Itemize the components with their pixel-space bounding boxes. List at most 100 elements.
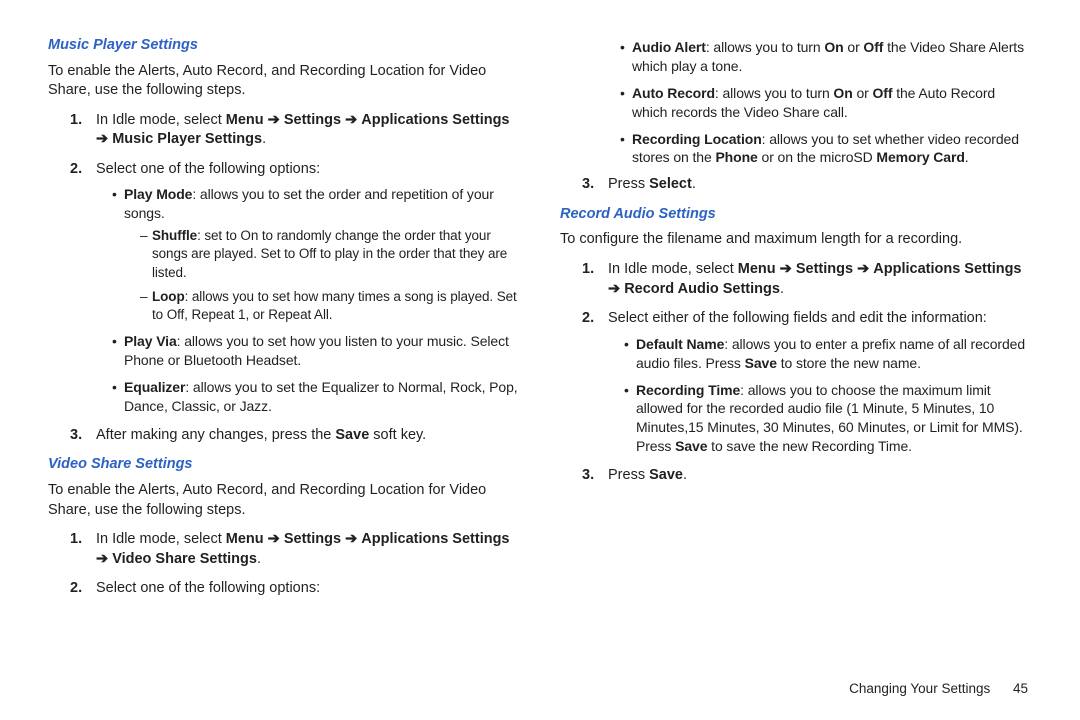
opt-default-name: Default Name: allows you to enter a pref… (624, 335, 1032, 373)
t: : allows you to turn (715, 85, 834, 101)
record-options: Default Name: allows you to enter a pref… (608, 335, 1032, 456)
t: Recording Location (632, 131, 762, 147)
page-number: 45 (994, 681, 1028, 696)
heading-video-share-settings: Video Share Settings (48, 455, 520, 475)
t: Settings (796, 261, 853, 277)
t: soft key. (369, 427, 426, 443)
video-intro: To enable the Alerts, Auto Record, and R… (48, 481, 520, 520)
t: After making any changes, press the (96, 427, 335, 443)
opt-play-via: Play Via: allows you to set how you list… (112, 332, 520, 370)
t: Video Share Settings (112, 551, 257, 567)
page: Music Player Settings To enable the Aler… (0, 0, 1080, 720)
opt-shuffle: Shuffle: set to On to randomly change th… (140, 227, 520, 282)
columns: Music Player Settings To enable the Aler… (48, 32, 1032, 675)
t: In Idle mode, select (96, 112, 226, 128)
t: Press (608, 176, 649, 192)
arrow-icon: ➔ (96, 551, 108, 567)
step-number: 2. (70, 579, 82, 599)
video-step-2: 2. Select one of the following options: (76, 579, 520, 599)
step-number: 1. (70, 530, 82, 550)
t: Save (335, 427, 369, 443)
page-footer: Changing Your Settings 45 (48, 681, 1032, 696)
arrow-icon: ➔ (608, 281, 620, 297)
t: Memory Card (876, 149, 964, 165)
opt-loop: Loop: allows you to set how many times a… (140, 288, 520, 324)
opt-auto-record: Auto Record: allows you to turn On or Of… (620, 84, 1032, 122)
t: or (844, 39, 864, 55)
t: Music Player Settings (112, 131, 262, 147)
t: Select (649, 176, 692, 192)
arrow-icon: ➔ (268, 112, 280, 128)
t: Menu (226, 112, 264, 128)
t: Save (745, 355, 777, 371)
step-text: After making any changes, press the Save… (96, 427, 426, 443)
left-column: Music Player Settings To enable the Aler… (48, 32, 520, 675)
t: Applications Settings (361, 112, 509, 128)
t: Loop (152, 289, 185, 304)
opt-play-mode: Play Mode: allows you to set the order a… (112, 185, 520, 324)
opt-recording-time: Recording Time: allows you to choose the… (624, 381, 1032, 457)
t: Play Via (124, 333, 177, 349)
t: Audio Alert (632, 39, 706, 55)
t: Recording Time (636, 382, 740, 398)
step-number: 2. (70, 160, 82, 180)
play-mode-sub: Shuffle: set to On to randomly change th… (124, 227, 520, 324)
t: Settings (284, 531, 341, 547)
t: : set to On to randomly change the order… (152, 228, 507, 279)
t: Auto Record (632, 85, 715, 101)
t: In Idle mode, select (608, 261, 738, 277)
t: Phone (715, 149, 757, 165)
music-step-3: 3. After making any changes, press the S… (76, 426, 520, 446)
t: Menu (738, 261, 776, 277)
record-step-2: 2. Select either of the following fields… (588, 309, 1032, 456)
t: On (833, 85, 852, 101)
t: or on the microSD (758, 149, 877, 165)
record-intro: To configure the filename and maximum le… (560, 230, 1032, 250)
t: Default Name (636, 336, 724, 352)
arrow-icon: ➔ (268, 531, 280, 547)
arrow-icon: ➔ (780, 261, 792, 277)
t: : allows you to turn (706, 39, 825, 55)
t: . (683, 467, 687, 483)
step-text: Press Save. (608, 467, 687, 483)
arrow-icon: ➔ (345, 112, 357, 128)
video-share-steps-cont: 3. Press Select. (560, 175, 1032, 195)
step-text: Select one of the following options: (96, 161, 320, 177)
step-text: Select one of the following options: (96, 580, 320, 596)
music-step-2: 2. Select one of the following options: … (76, 160, 520, 416)
t: to save the new Recording Time. (707, 438, 912, 454)
t: Record Audio Settings (624, 281, 780, 297)
arrow-icon: ➔ (96, 131, 108, 147)
step-text: Press Select. (608, 176, 696, 192)
t: . (692, 176, 696, 192)
step-text: In Idle mode, select Menu ➔ Settings ➔ A… (96, 112, 510, 148)
step-number: 2. (582, 309, 594, 329)
music-options: Play Mode: allows you to set the order a… (96, 185, 520, 415)
music-steps: 1. In Idle mode, select Menu ➔ Settings … (48, 111, 520, 446)
t: In Idle mode, select (96, 531, 226, 547)
record-step-3: 3. Press Save. (588, 466, 1032, 486)
step-number: 3. (582, 175, 594, 195)
t: : allows you to set how many times a son… (152, 289, 517, 322)
t: On (824, 39, 843, 55)
video-step-3: 3. Press Select. (588, 175, 1032, 195)
t: . (965, 149, 969, 165)
step-text: Select either of the following fields an… (608, 310, 987, 326)
opt-recording-location: Recording Location: allows you to set wh… (620, 130, 1032, 168)
video-share-options: Audio Alert: allows you to turn On or Of… (560, 38, 1032, 167)
t: Equalizer (124, 379, 185, 395)
step-text: In Idle mode, select Menu ➔ Settings ➔ A… (96, 531, 510, 567)
footer-section-title: Changing Your Settings (849, 681, 990, 696)
t: Save (675, 438, 707, 454)
step-text: In Idle mode, select Menu ➔ Settings ➔ A… (608, 261, 1022, 297)
t: or (853, 85, 873, 101)
record-step-1: 1. In Idle mode, select Menu ➔ Settings … (588, 260, 1032, 299)
step-number: 3. (582, 466, 594, 486)
t: Play Mode (124, 186, 192, 202)
video-step-1: 1. In Idle mode, select Menu ➔ Settings … (76, 530, 520, 569)
t: to store the new name. (777, 355, 921, 371)
t: Settings (284, 112, 341, 128)
opt-equalizer: Equalizer: allows you to set the Equaliz… (112, 378, 520, 416)
t: Save (649, 467, 683, 483)
t: Menu (226, 531, 264, 547)
